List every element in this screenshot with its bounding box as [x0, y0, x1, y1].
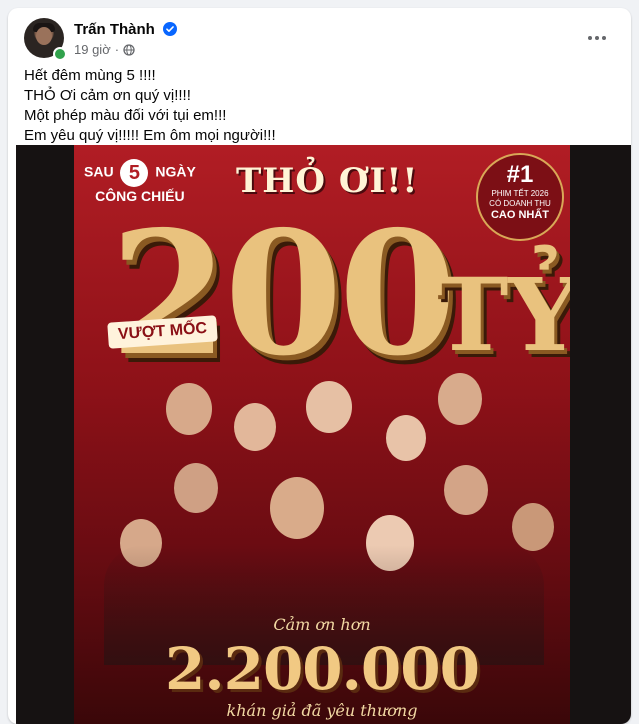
audience-count: 2.200.000	[165, 635, 480, 703]
post-text: Hết đêm mùng 5 !!!! THỎ Ơi cảm ơn quý vị…	[24, 66, 276, 146]
online-status-dot	[53, 47, 67, 61]
rank-badge: #1 PHIM TẾT 2026 CÓ DOANH THU CAO NHẤT	[476, 153, 564, 241]
cast-member	[512, 503, 554, 551]
more-options-icon[interactable]	[581, 24, 613, 52]
post-line: Em yêu quý vị!!!!! Em ôm mọi người!!!	[24, 127, 276, 144]
more-dot	[588, 36, 592, 40]
badge-rank: #1	[506, 161, 534, 188]
audience-caption: khán giả đã yêu thương	[226, 701, 418, 720]
badge-line3: CAO NHẤT	[490, 209, 550, 221]
post-line: Một phép màu đối với tụi em!!!	[24, 107, 227, 124]
unit-text: TỶ	[434, 256, 570, 374]
author-name[interactable]: Trấn Thành	[74, 21, 155, 38]
post-header: Trấn Thành 19 giờ ·	[24, 18, 619, 62]
more-dot	[602, 36, 606, 40]
ngay-text: NGÀY	[155, 163, 196, 180]
post-line: Hết đêm mùng 5 !!!!	[24, 67, 156, 84]
badge-line2: CÓ DOANH THU	[489, 199, 551, 208]
post-time[interactable]: 19 giờ	[74, 42, 111, 57]
badge-line1: PHIM TẾT 2026	[491, 189, 549, 198]
meta-separator: ·	[114, 42, 120, 57]
cast-member	[234, 403, 276, 451]
cast-member	[166, 383, 212, 435]
verified-badge-icon	[163, 22, 178, 36]
post-meta: 19 giờ ·	[74, 42, 135, 57]
author-name-row: Trấn Thành	[74, 21, 178, 38]
sau-text: SAU	[84, 163, 114, 180]
five-circle: 5	[120, 159, 149, 187]
globe-icon	[123, 43, 135, 56]
post-card: Trấn Thành 19 giờ · Hết đêm mùng 5 !!!! …	[8, 8, 631, 724]
post-line: THỎ Ơi cảm ơn quý vị!!!!	[24, 87, 191, 104]
thanks-label: Cảm ơn hơn	[273, 615, 371, 634]
cast-member	[444, 465, 488, 515]
cast-member	[270, 477, 324, 539]
cast-member	[438, 373, 482, 425]
cast-member	[306, 381, 352, 433]
movie-poster: SAU 5 NGÀY CÔNG CHIẾU THỎ ƠI!! #1 PHIM T…	[74, 145, 570, 724]
more-dot	[595, 36, 599, 40]
big-number: 200	[110, 194, 457, 394]
avatar-face	[36, 27, 52, 45]
cast-member	[386, 415, 426, 461]
post-image[interactable]: SAU 5 NGÀY CÔNG CHIẾU THỎ ƠI!! #1 PHIM T…	[16, 145, 631, 724]
cast-member	[174, 463, 218, 513]
